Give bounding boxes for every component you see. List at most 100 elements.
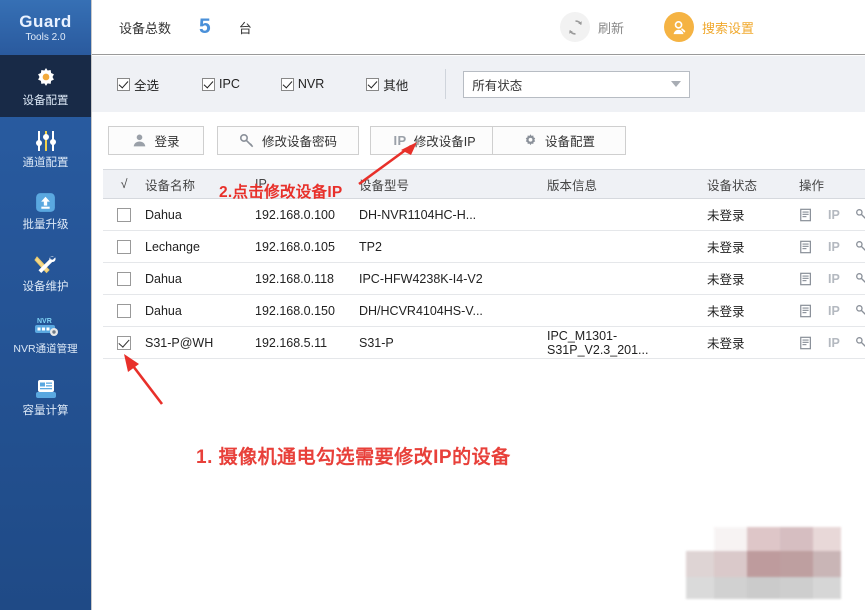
key-icon[interactable] [855,272,865,286]
app-version-label: Tools 2.0 [25,31,66,43]
gear-icon [33,65,59,93]
refresh-button[interactable]: 刷新 [560,12,624,42]
detail-icon[interactable] [799,304,813,318]
status-filter-value: 所有状态 [472,78,523,93]
sidebar-item-device-config[interactable]: 设备配置 [0,55,91,117]
cell-status: 未登录 [707,273,745,287]
table-row[interactable]: Dahua 192.168.0.118 IPC-HFW4238K-I4-V2 未… [103,263,865,295]
row-checkbox-cell[interactable] [103,303,145,318]
checkbox-box[interactable] [202,77,216,91]
sidebar: Guard Tools 2.0 设备配置 通道配置 批量升级 设备维护 NVR … [0,0,92,610]
cell-model: IPC-HFW4238K-I4-V2 [359,271,483,286]
row-checkbox-cell[interactable] [103,207,145,222]
ip-icon[interactable]: IP [828,240,840,254]
sidebar-item-label: 容量计算 [22,404,69,417]
device-config-button[interactable]: 设备配置 [492,126,626,155]
row-checkbox[interactable] [117,335,131,350]
sidebar-item-nvr-channel-manage[interactable]: NVR NVR通道管理 [0,303,91,365]
cell-status: 未登录 [707,305,745,319]
row-checkbox[interactable] [117,303,131,318]
cell-name: S31-P@WH [145,335,214,350]
chevron-down-icon[interactable] [671,81,682,87]
key-icon[interactable] [855,304,865,318]
top-bar: 设备总数 5 台 刷新 搜索设置 [92,0,865,55]
row-checkbox-cell[interactable] [103,271,145,286]
refresh-icon [560,12,590,42]
cell-status: 未登录 [707,241,745,255]
sidebar-item-label: 设备配置 [22,94,69,107]
checkbox-box[interactable] [117,77,130,91]
cell-ip: 192.168.0.105 [255,239,335,254]
header-check[interactable]: √ [103,177,145,191]
app-brand-name: Guard [19,11,72,31]
cell-name: Dahua [145,271,182,286]
key-icon[interactable] [855,208,865,222]
row-checkbox[interactable] [117,239,131,254]
device-total-value: 5 [199,15,211,38]
checkbox-select-all[interactable]: 全选 [117,75,159,94]
cell-ip: 192.168.0.118 [255,271,335,286]
table-row[interactable]: Dahua 192.168.0.150 DH/HCVR4104HS-V... 未… [103,295,865,327]
checkbox-nvr[interactable]: NVR [280,77,324,91]
cell-model: DH-NVR1104HC-H... [359,207,477,222]
checkbox-other[interactable]: 其他 [366,75,408,94]
search-setting-button[interactable]: 搜索设置 [664,12,754,42]
login-button[interactable]: 登录 [108,126,204,155]
table-row[interactable]: Dahua 192.168.0.100 DH-NVR1104HC-H... 未登… [103,199,865,231]
table-header-row: √ 设备名称 IP 设备型号 版本信息 设备状态 操作 [103,169,865,199]
cell-status: 未登录 [707,209,745,223]
ip-icon[interactable]: IP [828,208,840,222]
sidebar-item-label: 通道配置 [22,156,69,169]
storage-icon [33,375,59,403]
blurred-watermark [686,527,841,599]
table-row[interactable]: Lechange 192.168.0.105 TP2 未登录 IP [103,231,865,263]
sidebar-item-device-maintenance[interactable]: 设备维护 [0,241,91,303]
header-name: 设备名称 [145,178,196,193]
tools-icon [33,251,59,279]
cell-model: S31-P [359,335,394,350]
checkbox-label: 其他 [383,78,409,93]
modify-device-password-label: 修改设备密码 [261,135,337,149]
cell-name: Dahua [145,303,182,318]
key-icon[interactable] [855,336,865,350]
header-model: 设备型号 [359,178,410,193]
sidebar-item-batch-upgrade[interactable]: 批量升级 [0,179,91,241]
detail-icon[interactable] [799,336,813,350]
key-icon[interactable] [855,240,865,254]
sidebar-item-channel-config[interactable]: 通道配置 [0,117,91,179]
detail-icon[interactable] [799,240,813,254]
row-checkbox-cell[interactable] [103,335,145,350]
modify-device-password-button[interactable]: 修改设备密码 [217,126,359,155]
filter-bar: 全选 IPC NVR 其他 所有状态 [92,56,865,112]
status-filter-select[interactable]: 所有状态 [463,70,691,98]
user-icon [132,133,147,148]
sidebar-item-label: 批量升级 [22,218,69,231]
row-operations: IP [799,304,865,318]
row-operations: IP [799,336,865,350]
login-button-label: 登录 [154,135,180,149]
header-ip: IP [255,177,267,191]
row-operations: IP [799,272,865,286]
row-checkbox-cell[interactable] [103,239,145,254]
ip-icon[interactable]: IP [828,272,840,286]
annotation-arrow-1 [124,354,164,405]
ip-icon[interactable]: IP [828,304,840,318]
row-operations: IP [799,240,865,254]
row-operations: IP [799,208,865,222]
ip-icon[interactable]: IP [828,336,840,350]
checkbox-box[interactable] [280,77,294,91]
cell-status: 未登录 [707,337,745,351]
checkbox-ipc[interactable]: IPC [202,77,240,91]
sidebar-item-capacity-calc[interactable]: 容量计算 [0,365,91,427]
detail-icon[interactable] [799,208,813,222]
table-row[interactable]: S31-P@WH 192.168.5.11 S31-P IPC_M1301-S3… [103,327,865,359]
header-version: 版本信息 [547,178,598,193]
svg-text:NVR: NVR [37,318,52,325]
checkbox-box[interactable] [366,77,380,91]
row-checkbox[interactable] [117,271,131,286]
detail-icon[interactable] [799,272,813,286]
row-checkbox[interactable] [117,207,131,222]
cell-ip: 192.168.5.11 [255,335,328,350]
refresh-label: 刷新 [598,20,625,36]
modify-device-ip-button[interactable]: IP 修改设备IP [370,126,499,155]
